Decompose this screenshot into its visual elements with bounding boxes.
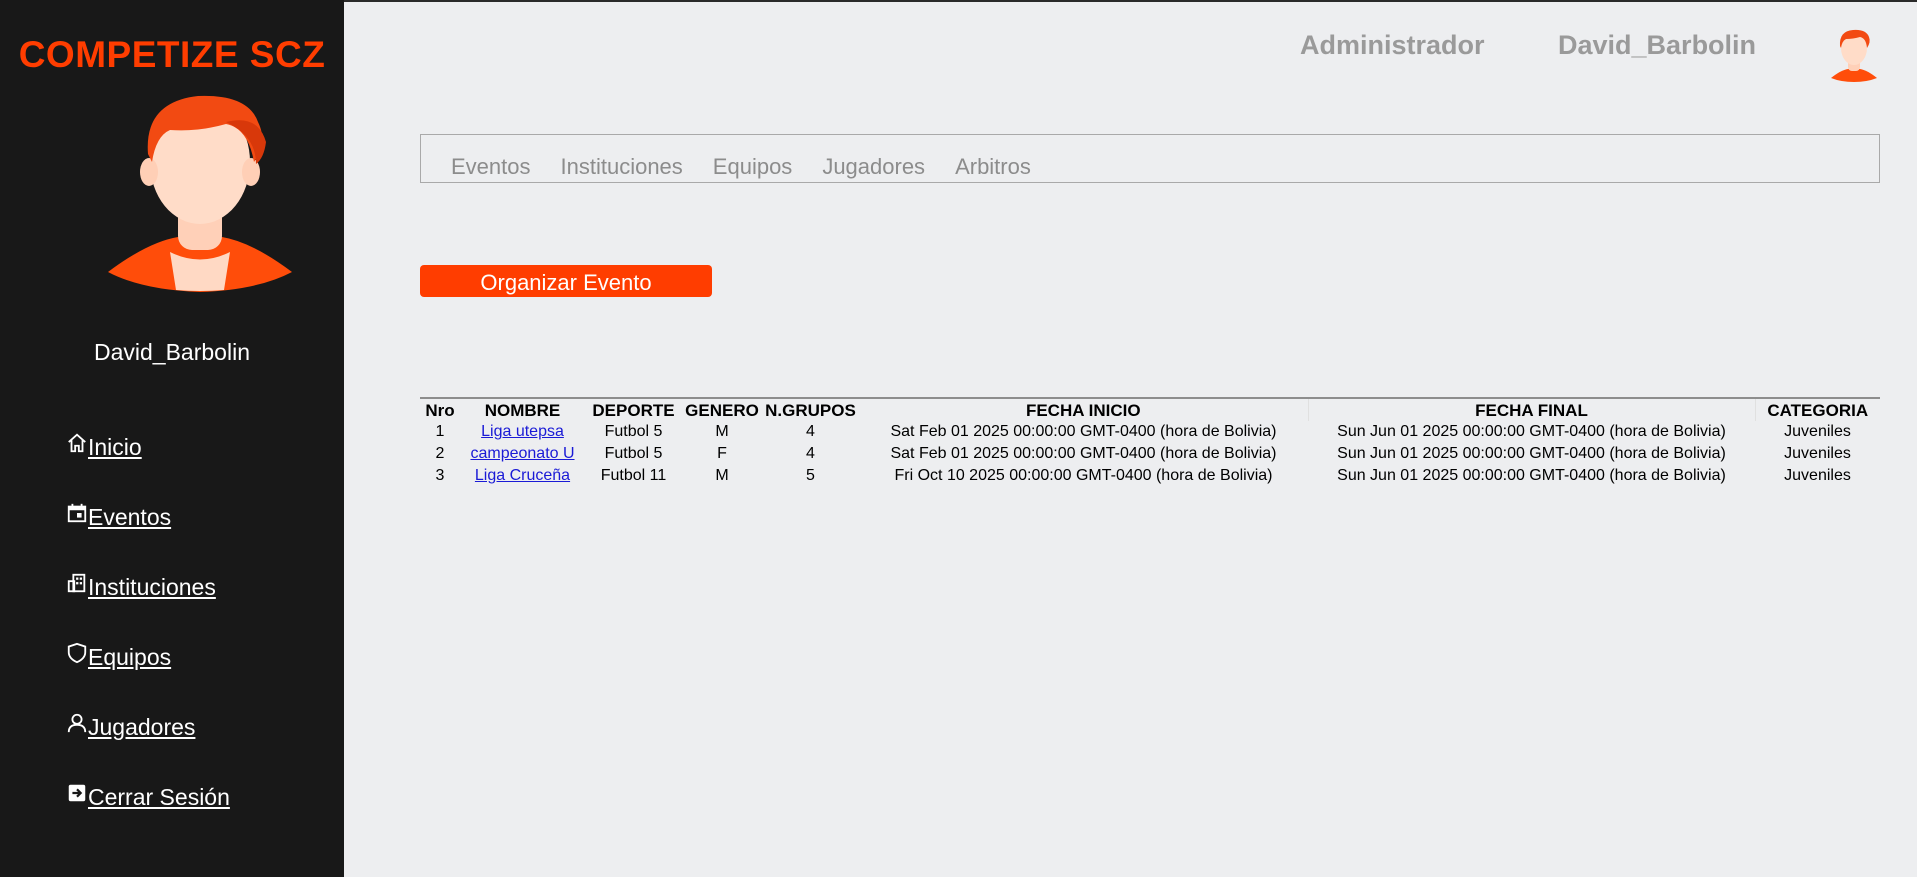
sidebar-nav: Inicio Eventos Instituciones Equipos Jug…	[66, 412, 230, 832]
cell-nombre: campeonato U	[460, 443, 585, 465]
brand-logo: COMPETIZE SCZ	[18, 34, 326, 75]
sidebar-item-label[interactable]: Instituciones	[88, 574, 216, 601]
table-row: 3 Liga Cruceña Futbol 11 M 5 Fri Oct 10 …	[420, 465, 1880, 487]
sidebar: COMPETIZE SCZ David_Barbolin Inicio Even…	[0, 0, 344, 877]
sidebar-item-label[interactable]: Inicio	[88, 434, 142, 461]
cell-fecha-inicio: Sat Feb 01 2025 00:00:00 GMT-0400 (hora …	[890, 445, 1277, 462]
cell-fecha-final: Sun Jun 01 2025 00:00:00 GMT-0400 (hora …	[1337, 467, 1726, 484]
cell-deporte: Futbol 11	[600, 467, 667, 484]
section-tabs: Eventos Instituciones Equipos Jugadores …	[420, 134, 1880, 183]
cell-fecha-final: Sun Jun 01 2025 00:00:00 GMT-0400 (hora …	[1337, 423, 1726, 440]
cell-nro: 3	[435, 467, 445, 484]
shield-icon	[67, 642, 87, 664]
home-icon	[68, 433, 86, 453]
sidebar-item-label[interactable]: Cerrar Sesión	[88, 784, 230, 811]
cell-fecha-inicio: Fri Oct 10 2025 00:00:00 GMT-0400 (hora …	[894, 467, 1273, 484]
user-avatar	[108, 95, 292, 292]
column-header-categoria: CATEGORIA	[1754, 398, 1880, 421]
column-header-fecha-inicio: FECHA INICIO	[1025, 401, 1141, 420]
sidebar-username: David_Barbolin	[94, 339, 250, 365]
event-link[interactable]: campeonato U	[470, 445, 574, 462]
header-avatar[interactable]	[1829, 28, 1879, 82]
sidebar-item-instituciones[interactable]: Instituciones	[66, 552, 230, 622]
table-row: 1 Liga utepsa Futbol 5 M 4 Sat Feb 01 20…	[420, 421, 1880, 443]
sidebar-item-jugadores[interactable]: Jugadores	[66, 692, 230, 762]
cell-fecha-final: Sun Jun 01 2025 00:00:00 GMT-0400 (hora …	[1337, 445, 1726, 462]
cell-grupos: 4	[806, 445, 815, 462]
event-link[interactable]: Liga Cruceña	[475, 467, 570, 484]
sidebar-item-label[interactable]: Eventos	[88, 504, 171, 531]
column-header-grupos: N.GRUPOS	[765, 401, 856, 420]
cell-deporte: Futbol 5	[604, 423, 663, 440]
sidebar-item-eventos[interactable]: Eventos	[66, 482, 230, 552]
organize-event-button[interactable]: Organizar Evento	[420, 265, 712, 297]
logout-icon	[68, 784, 86, 802]
header-username: David_Barbolin	[1558, 30, 1757, 60]
cell-nro: 1	[435, 423, 445, 440]
sidebar-item-label[interactable]: Equipos	[88, 644, 171, 671]
cell-genero: F	[717, 445, 727, 462]
cell-grupos: 4	[806, 423, 815, 440]
column-header-deporte: DEPORTE	[592, 401, 675, 420]
sidebar-item-inicio[interactable]: Inicio	[66, 412, 230, 482]
table-header-row: Nro NOMBRE DEPORTE GENERO N.GRUPOS FECHA…	[420, 398, 1880, 421]
table-row: 2 campeonato U Futbol 5 F 4 Sat Feb 01 2…	[420, 443, 1880, 465]
calendar-icon	[67, 503, 87, 523]
building-icon	[67, 573, 86, 593]
events-table: Nro NOMBRE DEPORTE GENERO N.GRUPOS FECHA…	[420, 397, 1880, 487]
cell-genero: M	[715, 467, 729, 484]
cell-deporte: Futbol 5	[604, 445, 663, 462]
sidebar-item-equipos[interactable]: Equipos	[66, 622, 230, 692]
tab-instituciones[interactable]: Instituciones	[561, 154, 683, 180]
cell-nombre: Liga Cruceña	[460, 465, 585, 487]
column-header-fecha-final: FECHA FINAL	[1307, 398, 1755, 421]
tab-arbitros[interactable]: Arbitros	[955, 154, 1031, 180]
cell-fecha-inicio: Sat Feb 01 2025 00:00:00 GMT-0400 (hora …	[890, 423, 1277, 440]
cell-nombre: Liga utepsa	[460, 421, 585, 443]
cell-categoria: Juveniles	[1784, 467, 1851, 484]
header-role: Administrador	[1300, 30, 1485, 60]
column-header-nro: Nro	[425, 401, 455, 420]
sidebar-item-label[interactable]: Jugadores	[88, 714, 195, 741]
cell-genero: M	[715, 423, 729, 440]
cell-categoria: Juveniles	[1784, 445, 1851, 462]
column-header-genero: GENERO	[685, 401, 759, 420]
cell-nro: 2	[435, 445, 445, 462]
cell-categoria: Juveniles	[1784, 423, 1851, 440]
tab-equipos[interactable]: Equipos	[713, 154, 793, 180]
sidebar-item-cerrar-sesion[interactable]: Cerrar Sesión	[66, 762, 230, 832]
tab-eventos[interactable]: Eventos	[451, 154, 531, 180]
column-header-nombre: NOMBRE	[484, 401, 561, 420]
event-link[interactable]: Liga utepsa	[481, 423, 564, 440]
user-icon	[67, 713, 87, 733]
tab-jugadores[interactable]: Jugadores	[822, 154, 925, 180]
cell-grupos: 5	[806, 467, 815, 484]
